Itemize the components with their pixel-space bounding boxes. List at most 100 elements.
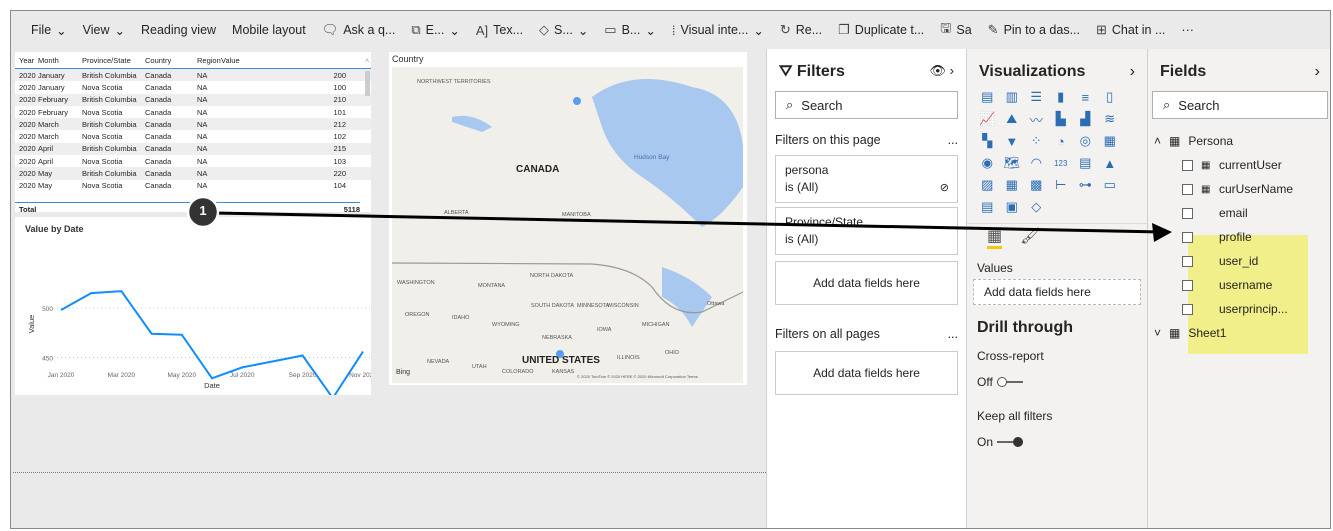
field-item[interactable]: username xyxy=(1148,273,1330,297)
visual-type-icon-10[interactable]: ▟ xyxy=(1074,109,1097,129)
col-month[interactable]: Month xyxy=(38,56,82,65)
field-item[interactable]: user_id xyxy=(1148,249,1330,273)
fields-well-tab-icon[interactable]: ▦ xyxy=(987,226,1003,249)
visual-type-icon-28[interactable]: ⊶ xyxy=(1074,175,1097,195)
field-checkbox[interactable] xyxy=(1182,231,1193,243)
table-row[interactable]: 2020 March Nova Scotia Canada NA 102 xyxy=(15,130,371,142)
table-row[interactable]: 2020 January Nova Scotia Canada NA 100 xyxy=(15,81,371,93)
visual-type-icon-11[interactable]: ≋ xyxy=(1099,109,1122,129)
table-row[interactable]: 2020 May British Columbia Canada NA 220 xyxy=(15,167,371,180)
table-visual[interactable]: Year Month Province/State Country Region… xyxy=(15,52,371,214)
field-item[interactable]: ▦ currentUser xyxy=(1148,153,1330,177)
field-item[interactable]: ▦ curUserName xyxy=(1148,177,1330,201)
table-row[interactable]: 2020 April Nova Scotia Canada NA 103 xyxy=(15,155,371,167)
toolbar-item-11[interactable]: ❐ Duplicate t... xyxy=(830,22,932,38)
visual-type-icon-12[interactable]: ▚ xyxy=(976,131,999,151)
visual-type-icon-6[interactable]: 📈 xyxy=(976,109,999,129)
visual-type-icon-22[interactable]: ▤ xyxy=(1074,153,1097,173)
visual-type-icon-27[interactable]: ⊢ xyxy=(1050,175,1073,195)
toolbar-item-0[interactable]: File ⌄ xyxy=(23,23,75,38)
table-scrollbar[interactable]: ˄ xyxy=(363,58,371,198)
field-table-persona[interactable]: ˄ ▦ Persona xyxy=(1148,129,1330,153)
table-row[interactable]: 2020 March British Columbia Canada NA 212 xyxy=(15,118,371,131)
field-item[interactable]: profile xyxy=(1148,225,1330,249)
table-row[interactable]: 2020 April British Columbia Canada NA 215 xyxy=(15,142,371,156)
visual-type-icon-31[interactable]: ▣ xyxy=(1001,197,1024,217)
visual-type-icon-13[interactable]: ▼ xyxy=(1001,131,1024,151)
filter-card-persona[interactable]: persona is (All) ⊘ xyxy=(775,155,958,203)
cross-report-toggle[interactable]: Off xyxy=(967,369,1147,395)
toolbar-item-9[interactable]: ⁞ Visual inte... ⌄ xyxy=(664,23,772,38)
toolbar-item-5[interactable]: ⧉ E... ⌄ xyxy=(403,22,468,38)
visual-type-icon-8[interactable]: 〰 xyxy=(1025,109,1048,129)
col-region[interactable]: Region xyxy=(197,56,221,65)
map-visual[interactable]: Country NORTHWEST TERRITORIES CANADA Hudso… xyxy=(389,52,747,385)
toolbar-item-7[interactable]: ◇ S... ⌄ xyxy=(531,22,596,38)
format-paint-roller-icon[interactable]: 🖌 xyxy=(1020,226,1040,249)
field-checkbox[interactable] xyxy=(1182,279,1193,291)
col-value[interactable]: Value xyxy=(217,56,240,65)
visual-type-icon-21[interactable]: 123 xyxy=(1050,153,1073,173)
toolbar-item-6[interactable]: A] Tex... xyxy=(468,23,531,38)
visual-type-icon-7[interactable]: ⛰ xyxy=(1001,109,1024,129)
visual-type-icon-25[interactable]: ▦ xyxy=(1001,175,1024,195)
collapse-fields-icon[interactable]: › xyxy=(1315,63,1320,81)
col-province[interactable]: Province/State xyxy=(82,56,145,65)
toolbar-item-1[interactable]: View ⌄ xyxy=(75,23,133,38)
visual-type-icon-26[interactable]: ▩ xyxy=(1025,175,1048,195)
field-item[interactable]: email xyxy=(1148,201,1330,225)
field-checkbox[interactable] xyxy=(1182,159,1193,171)
more-options-button[interactable]: ··· xyxy=(1173,23,1202,37)
col-year[interactable]: Year xyxy=(15,56,38,65)
table-row[interactable]: 2020 January British Columbia Canada NA 200 xyxy=(15,69,371,82)
visual-type-icon-17[interactable]: ▦ xyxy=(1099,131,1122,151)
field-checkbox[interactable] xyxy=(1182,207,1193,219)
visual-type-icon-24[interactable]: ▨ xyxy=(976,175,999,195)
fields-search-input[interactable]: ⌕ Search xyxy=(1152,91,1328,119)
keep-filters-toggle[interactable]: On xyxy=(967,429,1147,455)
map-area[interactable]: NORTHWEST TERRITORIES CANADA Hudson Bay ALB… xyxy=(392,67,743,383)
line-chart-visual[interactable]: Value by Date500450400Jan 2020Mar 2020Ma… xyxy=(15,217,377,412)
toolbar-item-2[interactable]: Reading view xyxy=(133,23,224,37)
field-checkbox[interactable] xyxy=(1182,183,1193,195)
visual-type-icon-1[interactable]: ▥ xyxy=(1001,87,1024,107)
more-options-icon[interactable]: ... xyxy=(948,327,958,341)
visual-type-icon-20[interactable]: ◠ xyxy=(1025,153,1048,173)
toolbar-item-13[interactable]: ✎ Pin to a das... xyxy=(980,22,1088,38)
field-checkbox[interactable] xyxy=(1182,303,1193,315)
visual-type-icon-2[interactable]: ☰ xyxy=(1025,87,1048,107)
visual-type-icon-15[interactable]: ◔ xyxy=(1050,131,1073,151)
visual-type-icon-4[interactable]: ≡ xyxy=(1074,87,1097,107)
hide-filter-icon[interactable]: ⊘ xyxy=(940,180,949,197)
visual-type-icon-18[interactable]: ◉ xyxy=(976,153,999,173)
more-options-icon[interactable]: ... xyxy=(948,133,958,147)
field-item[interactable]: userprincip... xyxy=(1148,297,1330,321)
visual-type-icon-14[interactable]: ⁘ xyxy=(1025,131,1048,151)
add-page-filter-dropzone[interactable]: Add data fields here xyxy=(775,261,958,305)
visual-type-icon-16[interactable]: ◎ xyxy=(1074,131,1097,151)
field-table-sheet1[interactable]: ˅ ▦ Sheet1 xyxy=(1148,321,1330,345)
collapse-filters-icon[interactable]: 👁 › xyxy=(930,63,954,81)
values-dropzone[interactable]: Add data fields here xyxy=(973,279,1141,305)
toolbar-item-10[interactable]: ↻ Re... xyxy=(772,22,830,38)
toolbar-item-12[interactable]: 🖫 Sa xyxy=(932,19,979,41)
visual-type-icon-0[interactable]: ▤ xyxy=(976,87,999,107)
filter-card-province[interactable]: Province/State is (All) xyxy=(775,207,958,255)
toolbar-item-3[interactable]: Mobile layout xyxy=(224,23,314,37)
filters-search-input[interactable]: ⌕ Search xyxy=(775,91,958,119)
table-row[interactable]: 2020 February Nova Scotia Canada NA 101 xyxy=(15,106,371,118)
visual-type-icon-9[interactable]: ▙ xyxy=(1050,109,1073,129)
table-row[interactable]: 2020 February British Columbia Canada NA 210 xyxy=(15,93,371,106)
collapse-viz-icon[interactable]: › xyxy=(1130,63,1135,81)
visual-type-icon-30[interactable]: ▤ xyxy=(976,197,999,217)
visual-type-icon-29[interactable]: ▭ xyxy=(1099,175,1122,195)
col-country[interactable]: Country xyxy=(145,56,197,65)
add-all-pages-filter-dropzone[interactable]: Add data fields here xyxy=(775,351,958,395)
table-row[interactable]: 2020 May Nova Scotia Canada NA 104 xyxy=(15,180,371,192)
visual-type-icon-32[interactable]: ◇ xyxy=(1025,197,1048,217)
toolbar-item-14[interactable]: ⊞ Chat in ... xyxy=(1088,22,1173,38)
toolbar-item-8[interactable]: ▭ B... ⌄ xyxy=(596,22,664,38)
toolbar-item-4[interactable]: 🗨 Ask a q... xyxy=(314,22,404,38)
visual-type-icon-23[interactable]: ▲ xyxy=(1099,153,1122,173)
visual-type-icon-5[interactable]: ▯ xyxy=(1099,87,1122,107)
